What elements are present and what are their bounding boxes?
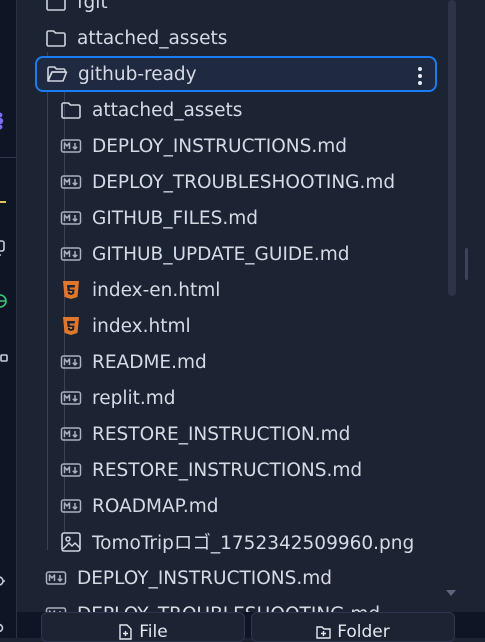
tree-item-label: attached_assets xyxy=(77,27,228,49)
tree-item-file[interactable]: DEPLOY_INSTRUCTIONS.md xyxy=(17,128,485,164)
scrollbar-marker xyxy=(465,248,468,280)
tree-item-label: README.md xyxy=(92,351,207,373)
tree-item-label: replit.md xyxy=(92,387,176,409)
markdown-icon xyxy=(45,603,67,612)
tree-item-folder[interactable]: attached_assets xyxy=(17,92,485,128)
new-file-label: File xyxy=(139,622,168,642)
markdown-icon xyxy=(60,387,82,409)
folder-icon xyxy=(45,27,67,49)
file-tree: fgit attached_assets github-ready attach… xyxy=(17,0,485,612)
tree-item-file[interactable]: DEPLOY_INSTRUCTIONS.md xyxy=(17,560,485,596)
markdown-icon xyxy=(60,135,82,157)
html5-icon xyxy=(60,315,82,337)
markdown-icon xyxy=(60,495,82,517)
image-icon xyxy=(60,531,82,553)
tree-item-folder[interactable]: fgit xyxy=(17,0,485,20)
monitor-icon[interactable] xyxy=(0,238,16,260)
markdown-icon xyxy=(45,567,67,589)
tree-item-label: DEPLOY_TROUBLESHOOTING.md xyxy=(92,171,396,193)
puzzle-icon[interactable] xyxy=(0,110,16,132)
folder-icon xyxy=(60,99,82,121)
bottom-bar: File Folder xyxy=(17,612,485,642)
tree-item-label: RESTORE_INSTRUCTION.md xyxy=(92,423,351,445)
tree-item-label: DEPLOY_TROUBLESHOOTING.md xyxy=(77,604,380,613)
more-options-icon[interactable] xyxy=(411,65,429,87)
tree-item-file[interactable]: index.html xyxy=(17,308,485,344)
globe-icon[interactable] xyxy=(0,290,16,312)
tree-item-label: DEPLOY_INSTRUCTIONS.md xyxy=(77,567,333,589)
tree-item-label: index.html xyxy=(92,315,191,337)
rail-indicator xyxy=(0,201,6,203)
markdown-icon xyxy=(60,171,82,193)
settings-icon[interactable] xyxy=(0,570,16,592)
scroll-down-icon[interactable] xyxy=(444,588,458,598)
markdown-icon xyxy=(60,243,82,265)
markdown-icon xyxy=(60,351,82,373)
tree-item-label: fgit xyxy=(77,0,108,13)
tree-item-file[interactable]: README.md xyxy=(17,344,485,380)
tree-item-selected-folder[interactable]: github-ready xyxy=(35,56,437,92)
tree-item-label: TomoTripロゴ_1752342509960.png xyxy=(92,533,415,554)
tree-item-label: index-en.html xyxy=(92,279,221,301)
tree-item-label: GITHUB_UPDATE_GUIDE.md xyxy=(92,243,350,265)
scrollbar-thumb[interactable] xyxy=(448,0,456,296)
tree-item-file[interactable]: GITHUB_FILES.md xyxy=(17,200,485,236)
user-icon[interactable] xyxy=(0,620,16,642)
tree-item-label: DEPLOY_INSTRUCTIONS.md xyxy=(92,135,348,157)
tree-item-label: ROADMAP.md xyxy=(92,495,219,517)
tree-item-file[interactable]: RESTORE_INSTRUCTION.md xyxy=(17,416,485,452)
tree-item-file[interactable]: DEPLOY_TROUBLESHOOTING.md xyxy=(17,596,485,612)
markdown-icon xyxy=(60,459,82,481)
markdown-icon xyxy=(60,423,82,445)
folder-icon xyxy=(45,0,67,13)
tree-item-folder[interactable]: attached_assets xyxy=(17,20,485,56)
tree-item-file[interactable]: ROADMAP.md xyxy=(17,488,485,524)
new-folder-label: Folder xyxy=(337,622,390,642)
tree-item-label: GITHUB_FILES.md xyxy=(92,207,258,229)
tree-item-file[interactable]: TomoTripロゴ_1752342509960.png xyxy=(17,524,485,560)
markdown-icon xyxy=(60,207,82,229)
tree-item-file[interactable]: DEPLOY_TROUBLESHOOTING.md xyxy=(17,164,485,200)
tree-item-file[interactable]: RESTORE_INSTRUCTIONS.md xyxy=(17,452,485,488)
tree-item-file[interactable]: replit.md xyxy=(17,380,485,416)
activity-rail xyxy=(0,0,17,638)
tree-item-label: github-ready xyxy=(78,63,197,85)
tree-item-label: attached_assets xyxy=(92,99,243,121)
tree-item-label: RESTORE_INSTRUCTIONS.md xyxy=(92,459,363,481)
tree-item-file[interactable]: GITHUB_UPDATE_GUIDE.md xyxy=(17,236,485,272)
folder-open-icon xyxy=(46,63,68,85)
grid-icon[interactable] xyxy=(0,343,16,365)
html5-icon xyxy=(60,279,82,301)
tree-item-file[interactable]: index-en.html xyxy=(17,272,485,308)
rail-divider xyxy=(0,157,16,158)
